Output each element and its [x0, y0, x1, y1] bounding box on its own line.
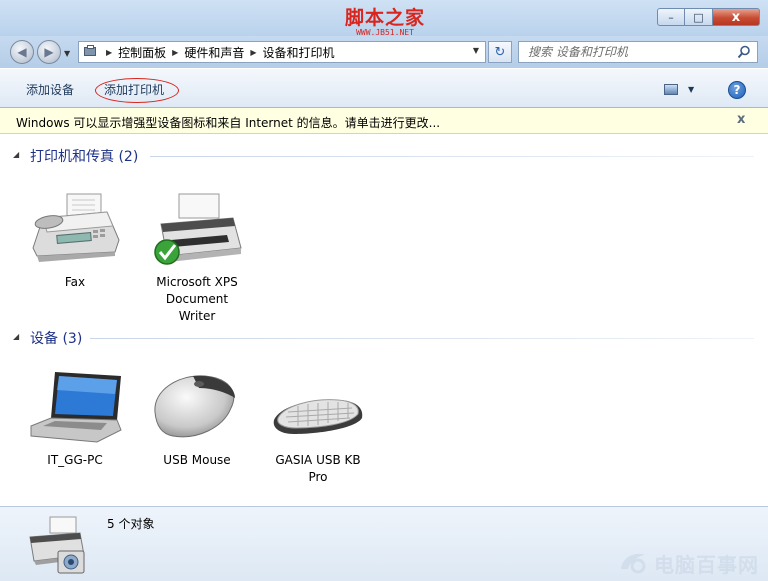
help-icon: ? [733, 83, 741, 97]
group-title-printers[interactable]: 打印机和传真 (2) [30, 146, 138, 166]
add-device-button[interactable]: 添加设备 [26, 81, 74, 98]
device-label-laptop[interactable]: IT_GG-PC [25, 452, 125, 469]
brand-logo-icon [621, 553, 646, 574]
devices-content-pane: ◢ 打印机和传真 (2) Fax Microsoft XPS Document … [6, 134, 762, 506]
breadcrumb-separator-icon[interactable]: ▶ [172, 48, 178, 57]
breadcrumb-hardware-sound[interactable]: 硬件和声音 [184, 44, 244, 61]
address-bar[interactable]: ▶ 控制面板 ▶ 硬件和声音 ▶ 设备和打印机 ▼ [78, 41, 486, 63]
device-fax[interactable]: Fax [25, 190, 125, 291]
brand-watermark: 电脑百事网 [614, 547, 764, 577]
minimize-button[interactable]: – [657, 8, 685, 26]
info-bar[interactable]: Windows 可以显示增强型设备图标和来自 Internet 的信息。请单击进… [0, 108, 768, 134]
maximize-button[interactable]: □ [685, 8, 713, 26]
breadcrumb-separator-icon[interactable]: ▶ [106, 48, 112, 57]
site-watermark: 脚本之家 WWW.JB51.NET [345, 8, 425, 37]
breadcrumb-control-panel[interactable]: 控制面板 [118, 44, 166, 61]
back-arrow-icon: ◀ [17, 45, 27, 59]
devices-printers-location-icon [82, 45, 100, 59]
navigation-bar: ◀ ▶ ▼ ▶ 控制面板 ▶ 硬件和声音 ▶ 设备和打印机 ▼ ↻ [0, 36, 768, 68]
device-label-xps-writer[interactable]: Microsoft XPS Document Writer [147, 274, 247, 325]
change-view-button[interactable]: ▼ [664, 81, 704, 97]
recent-pages-dropdown-icon[interactable]: ▼ [64, 49, 70, 58]
search-input[interactable] [526, 44, 730, 60]
group-title-devices[interactable]: 设备 (3) [30, 328, 82, 348]
group-header-printers[interactable]: ◢ 打印机和传真 (2) [6, 144, 762, 166]
view-icon [664, 83, 678, 95]
device-laptop[interactable]: IT_GG-PC [25, 368, 125, 469]
laptop-icon [30, 372, 122, 443]
keyboard-icon [273, 399, 363, 434]
close-button[interactable]: x [713, 8, 760, 26]
fax-icon [32, 193, 120, 262]
mouse-icon [154, 375, 235, 438]
search-icon[interactable] [737, 45, 751, 59]
collapse-arrow-icon[interactable]: ◢ [13, 332, 19, 341]
help-button[interactable]: ? [728, 81, 746, 99]
brand-watermark-text: 电脑百事网 [654, 553, 759, 577]
address-dropdown-icon[interactable]: ▼ [473, 46, 479, 55]
collapse-arrow-icon[interactable]: ◢ [13, 150, 19, 159]
group-divider [150, 156, 754, 157]
device-label-usb-mouse[interactable]: USB Mouse [147, 452, 247, 469]
title-bar: 脚本之家 WWW.JB51.NET – □ x [0, 0, 768, 37]
devices-and-printers-icon [29, 516, 85, 574]
refresh-icon: ↻ [494, 44, 506, 60]
refresh-button[interactable]: ↻ [488, 41, 512, 63]
group-divider [90, 338, 754, 339]
info-bar-close-button[interactable]: x [737, 112, 745, 127]
object-count: 5 个对象 [107, 517, 155, 531]
forward-button[interactable]: ▶ [37, 40, 61, 64]
device-usb-keyboard[interactable]: GASIA USB KB Pro [268, 368, 368, 486]
details-pane: 5 个对象 电脑百事网 [0, 506, 768, 581]
device-label-fax[interactable]: Fax [25, 274, 125, 291]
watermark-text: 脚本之家 [345, 7, 426, 29]
group-header-devices[interactable]: ◢ 设备 (3) [6, 326, 762, 348]
device-label-usb-keyboard[interactable]: GASIA USB KB Pro [268, 452, 368, 486]
device-usb-mouse[interactable]: USB Mouse [147, 368, 247, 469]
search-box [518, 41, 758, 63]
back-button[interactable]: ◀ [10, 40, 34, 64]
view-options-dropdown-icon[interactable]: ▼ [688, 85, 694, 94]
window-controls: – □ x [657, 8, 760, 28]
add-printer-button[interactable]: 添加打印机 [104, 81, 164, 98]
command-bar: 添加设备 添加打印机 ▼ ? [0, 68, 768, 108]
info-bar-message[interactable]: Windows 可以显示增强型设备图标和来自 Internet 的信息。请单击进… [16, 114, 440, 131]
breadcrumb-devices-printers[interactable]: 设备和打印机 [263, 44, 335, 61]
printer-default-icon [154, 193, 242, 265]
device-xps-writer[interactable]: Microsoft XPS Document Writer [147, 190, 247, 325]
forward-arrow-icon: ▶ [44, 45, 54, 59]
breadcrumb-separator-icon[interactable]: ▶ [250, 48, 256, 57]
